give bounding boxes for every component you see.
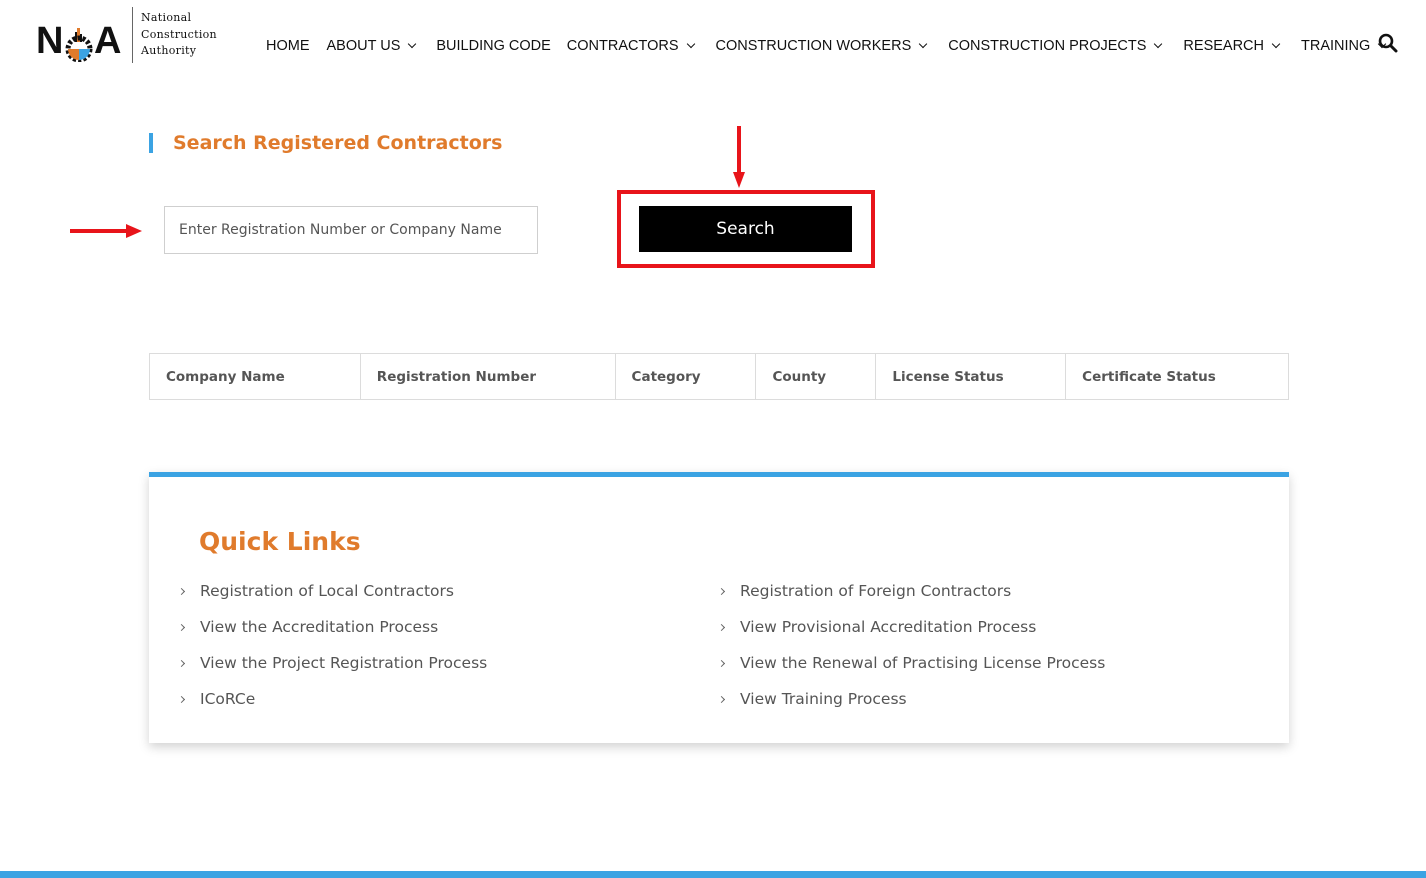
nav-contractors[interactable]: CONTRACTORS <box>566 38 695 54</box>
quick-link[interactable]: Registration of Local Contractors <box>177 573 487 609</box>
search-icon[interactable] <box>1378 33 1398 53</box>
chevron-right-icon <box>177 695 186 703</box>
search-button[interactable]: Search <box>639 206 852 252</box>
nav-label: HOME <box>266 38 310 54</box>
nav-home[interactable]: HOME <box>266 38 310 54</box>
column-license-status[interactable]: License Status <box>875 353 1067 400</box>
search-input[interactable] <box>164 206 538 254</box>
chevron-right-icon <box>717 659 726 667</box>
quick-link-label: View the Project Registration Process <box>200 654 488 672</box>
logo-wordmark: National Construction Authority <box>141 10 217 60</box>
nav-label: ABOUT US <box>326 38 401 54</box>
chevron-down-icon <box>686 39 695 49</box>
nav-about-us[interactable]: ABOUT US <box>326 38 417 54</box>
quick-link[interactable]: View the Accreditation Process <box>177 609 487 645</box>
nav-label: CONSTRUCTION PROJECTS <box>948 38 1147 54</box>
chevron-right-icon <box>177 623 186 631</box>
logo-letter-a: A <box>94 20 121 62</box>
quick-link-label: View the Renewal of Practising License P… <box>740 654 1106 672</box>
nav-training[interactable]: TRAINING <box>1301 38 1387 54</box>
chevron-down-icon <box>1154 39 1163 49</box>
quick-link[interactable]: View the Project Registration Process <box>177 645 488 681</box>
nav-construction-projects[interactable]: CONSTRUCTION PROJECTS <box>948 38 1163 54</box>
chevron-right-icon <box>177 587 186 595</box>
quick-link-label: View Provisional Accreditation Process <box>740 618 1037 636</box>
logo-line-1: National <box>141 11 192 25</box>
quick-link-label: Registration of Foreign Contractors <box>740 582 1012 600</box>
nav-construction-workers[interactable]: CONSTRUCTION WORKERS <box>715 38 928 54</box>
results-table: Company Name Registration Number Categor… <box>149 353 1289 400</box>
logo[interactable]: N A National Construction Authority <box>36 6 217 64</box>
nav-label: CONSTRUCTION WORKERS <box>715 38 912 54</box>
gear-icon <box>65 28 93 62</box>
logo-line-2: Construction <box>141 27 217 41</box>
main-nav: HOME ABOUT US BUILDING CODE CONTRACTORS … <box>266 36 1387 56</box>
footer-bar <box>0 871 1426 878</box>
annotation-arrow-down <box>733 126 745 188</box>
column-registration-number[interactable]: Registration Number <box>359 353 616 400</box>
column-county[interactable]: County <box>755 353 877 400</box>
nav-research[interactable]: RESEARCH <box>1183 38 1281 54</box>
nav-label: CONTRACTORS <box>566 38 679 54</box>
column-company-name[interactable]: Company Name <box>149 353 361 400</box>
annotation-arrow-right <box>70 224 142 238</box>
quick-links-title: Quick Links <box>199 527 361 556</box>
quick-links-left-column: Registration of Local Contractors View t… <box>177 573 488 717</box>
column-category[interactable]: Category <box>614 353 757 400</box>
chevron-right-icon <box>717 623 726 631</box>
nav-label: BUILDING CODE <box>436 38 551 54</box>
quick-link-label: ICoRCe <box>200 690 256 708</box>
nav-label: RESEARCH <box>1183 38 1264 54</box>
quick-link[interactable]: Registration of Foreign Contractors <box>717 573 1105 609</box>
quick-links-right-column: Registration of Foreign Contractors View… <box>717 573 1106 717</box>
chevron-down-icon <box>408 39 417 49</box>
quick-link[interactable]: ICoRCe <box>177 681 487 717</box>
quick-link-label: Registration of Local Contractors <box>200 582 454 600</box>
chevron-down-icon <box>1271 39 1281 49</box>
quick-link[interactable]: View Provisional Accreditation Process <box>717 609 1105 645</box>
quick-links-card: Quick Links Registration of Local Contra… <box>149 472 1289 743</box>
logo-letter-n: N <box>36 20 63 62</box>
quick-link[interactable]: View Training Process <box>717 681 1105 717</box>
nav-label: TRAINING <box>1301 38 1371 54</box>
chevron-right-icon <box>717 587 726 595</box>
page-title: Search Registered Contractors <box>149 133 502 153</box>
column-certificate-status[interactable]: Certificate Status <box>1065 353 1289 400</box>
quick-link[interactable]: View the Renewal of Practising License P… <box>717 645 1106 681</box>
table-header-row: Company Name Registration Number Categor… <box>149 353 1289 400</box>
quick-link-label: View Training Process <box>740 690 907 708</box>
quick-link-label: View the Accreditation Process <box>200 618 439 636</box>
chevron-right-icon <box>177 659 186 667</box>
logo-divider <box>132 7 133 63</box>
logo-line-3: Authority <box>141 44 197 58</box>
chevron-down-icon <box>919 39 928 49</box>
nav-building-code[interactable]: BUILDING CODE <box>436 38 550 54</box>
logo-mark: N A <box>36 10 124 62</box>
chevron-right-icon <box>717 695 726 703</box>
